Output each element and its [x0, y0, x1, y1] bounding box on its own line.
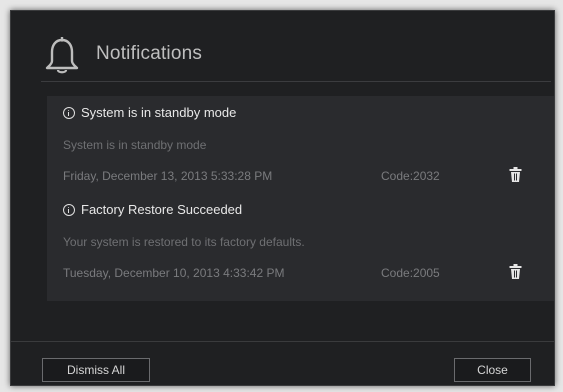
notification-title-text: System is in standby mode — [81, 105, 237, 120]
close-button[interactable]: Close — [454, 358, 531, 382]
trash-icon[interactable] — [509, 167, 522, 182]
notification-code: Code:2005 — [381, 266, 440, 280]
notifications-dialog: Notifications System is in standby mode … — [10, 10, 555, 386]
notification-title-text: Factory Restore Succeeded — [81, 202, 243, 217]
dialog-header: Notifications — [41, 37, 551, 82]
notification-title: Factory Restore Succeeded — [63, 202, 242, 217]
dismiss-all-button[interactable]: Dismiss All — [42, 358, 150, 382]
notification-date: Tuesday, December 10, 2013 4:33:42 PM — [63, 266, 285, 280]
dialog-title: Notifications — [96, 43, 203, 64]
notification-description: System is in standby mode — [63, 138, 207, 152]
dialog-footer: Dismiss All Close — [11, 341, 554, 386]
info-icon — [63, 107, 75, 119]
notification-list: System is in standby mode System is in s… — [47, 96, 554, 301]
bell-icon — [45, 37, 79, 74]
notification-code: Code:2032 — [381, 169, 440, 183]
trash-icon[interactable] — [509, 264, 522, 279]
notification-title: System is in standby mode — [63, 105, 236, 120]
info-icon — [63, 204, 75, 216]
notification-description: Your system is restored to its factory d… — [63, 235, 305, 249]
notification-date: Friday, December 13, 2013 5:33:28 PM — [63, 169, 273, 183]
